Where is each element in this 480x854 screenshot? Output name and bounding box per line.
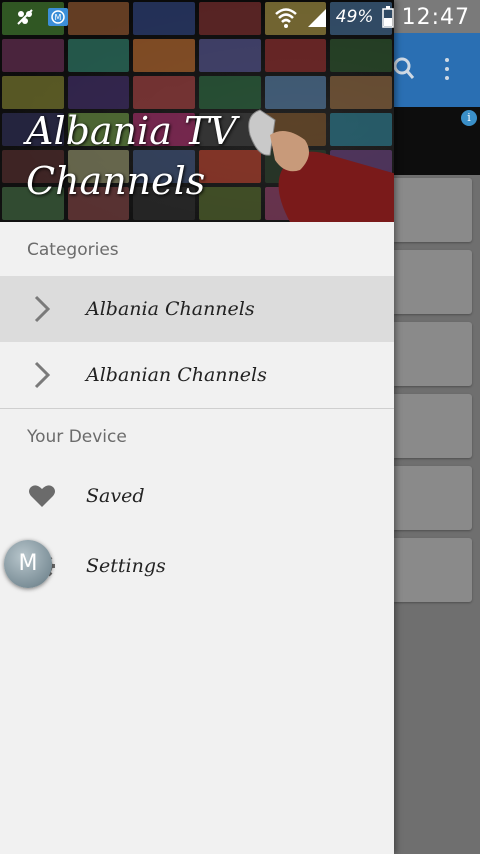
navigation-drawer: Albania TV Channels Categories Albania C… [0, 0, 394, 854]
chevron-right-icon [34, 295, 51, 323]
search-icon[interactable] [393, 56, 415, 80]
notification-app-icon [17, 9, 33, 25]
list-item[interactable] [394, 466, 472, 530]
section-header-your-device: Your Device [27, 427, 127, 447]
signal-icon [307, 9, 326, 27]
battery-icon [381, 6, 394, 28]
notification-m-icon: M [48, 8, 68, 26]
status-bar: M 49% 12:47 [0, 0, 480, 33]
clock: 12:47 [401, 4, 470, 30]
ad-info-icon[interactable]: i [461, 110, 477, 126]
nav-item-albanian-channels[interactable]: Albanian Channels [0, 342, 394, 408]
nav-item-label: Albanian Channels [86, 364, 267, 386]
nav-item-label: Settings [86, 555, 166, 577]
list-item[interactable] [394, 394, 472, 458]
chevron-right-icon [34, 361, 51, 389]
list-item[interactable] [394, 178, 472, 242]
heart-icon [29, 485, 55, 507]
nav-item-albania-channels[interactable]: Albania Channels [0, 276, 394, 342]
overflow-menu-icon[interactable] [442, 58, 452, 84]
nav-item-label: Albania Channels [86, 298, 255, 320]
list-item[interactable] [394, 250, 472, 314]
nav-item-saved[interactable]: Saved [0, 463, 394, 529]
status-right-group: 49% 12:47 [274, 2, 470, 32]
section-header-categories: Categories [27, 240, 119, 260]
floating-m-button[interactable]: M [4, 540, 52, 588]
battery-percent: 49% [335, 7, 374, 27]
drawer-title: Albania TV Channels [26, 106, 366, 206]
drawer-title-line-2: Channels [26, 159, 206, 203]
wifi-icon [274, 8, 297, 28]
svg-text:M: M [55, 13, 62, 22]
drawer-title-line-1: Albania TV [26, 109, 237, 153]
list-item[interactable] [394, 322, 472, 386]
nav-item-label: Saved [86, 485, 145, 507]
drawer-header-image: Albania TV Channels [0, 0, 394, 222]
nav-item-settings[interactable]: Settings [0, 533, 394, 599]
list-item[interactable] [394, 538, 472, 602]
section-divider [0, 408, 394, 409]
